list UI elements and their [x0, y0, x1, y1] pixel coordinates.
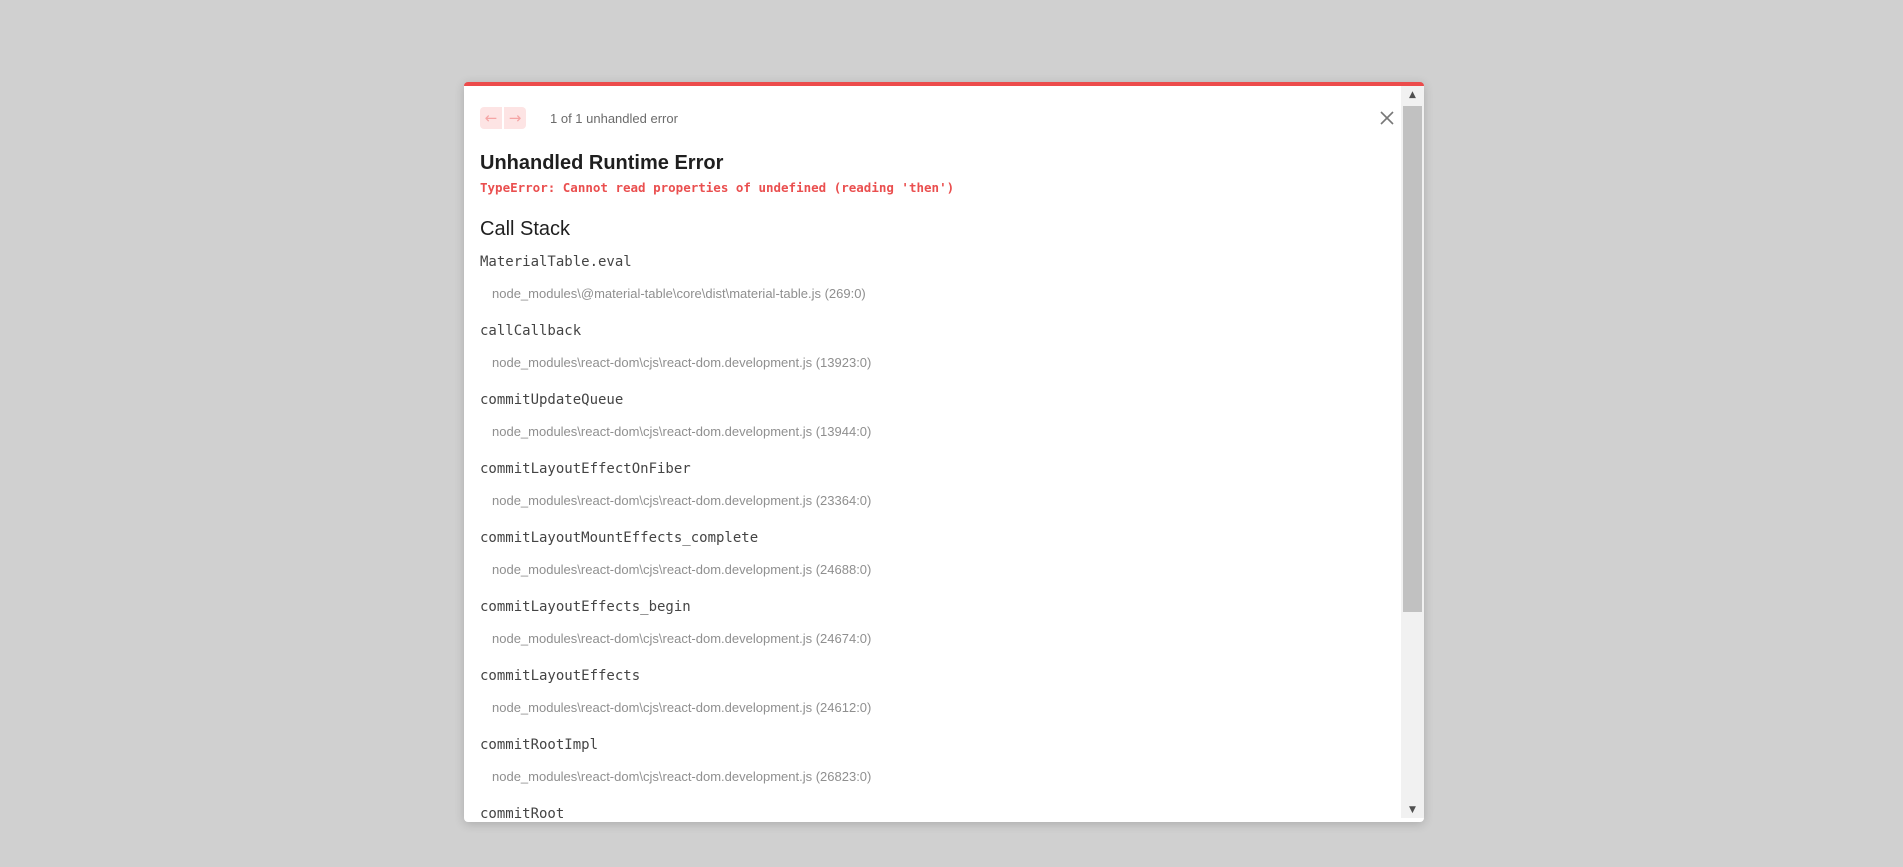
next-error-button[interactable]: →: [504, 107, 526, 129]
frame-source-link[interactable]: node_modules\react-dom\cjs\react-dom.dev…: [492, 631, 871, 646]
stack-frame: MaterialTable.eval node_modules\@materia…: [480, 254, 1380, 323]
frame-function-name: commitLayoutEffects: [480, 668, 641, 684]
arrow-right-icon: →: [508, 109, 522, 127]
frame-source-link[interactable]: node_modules\react-dom\cjs\react-dom.dev…: [492, 493, 871, 508]
arrow-left-icon: ←: [484, 109, 498, 127]
vertical-scrollbar[interactable]: ▲ ▼: [1401, 86, 1424, 818]
stack-frame: commitUpdateQueue node_modules\react-dom…: [480, 392, 1380, 461]
frame-source-link[interactable]: node_modules\react-dom\cjs\react-dom.dev…: [492, 769, 871, 784]
scroll-up-arrow-icon[interactable]: ▲: [1401, 86, 1424, 103]
error-dialog: ← → 1 of 1 unhandled error Unhandled Run…: [464, 82, 1424, 822]
stack-frame: commitRoot: [480, 806, 1380, 818]
frame-source-link[interactable]: node_modules\react-dom\cjs\react-dom.dev…: [492, 562, 871, 577]
scroll-down-arrow-icon[interactable]: ▼: [1401, 801, 1424, 818]
frame-function-name: commitRootImpl: [480, 737, 599, 753]
error-title: Unhandled Runtime Error: [480, 152, 724, 174]
frame-function-name: MaterialTable.eval: [480, 254, 632, 270]
stack-frame: commitLayoutEffects node_modules\react-d…: [480, 668, 1380, 737]
call-stack-list: MaterialTable.eval node_modules\@materia…: [480, 254, 1380, 818]
error-message: TypeError: Cannot read properties of und…: [480, 180, 955, 195]
stack-frame: commitLayoutMountEffects_complete node_m…: [480, 530, 1380, 599]
stack-frame: commitLayoutEffectOnFiber node_modules\r…: [480, 461, 1380, 530]
error-count-label: 1 of 1 unhandled error: [550, 110, 678, 126]
frame-source-link[interactable]: node_modules\@material-table\core\dist\m…: [492, 286, 866, 301]
stack-frame: callCallback node_modules\react-dom\cjs\…: [480, 323, 1380, 392]
frame-function-name: commitLayoutEffects_begin: [480, 599, 691, 615]
close-button[interactable]: [1375, 106, 1399, 130]
frame-function-name: callCallback: [480, 323, 582, 339]
close-icon: [1380, 111, 1394, 125]
frame-function-name: commitRoot: [480, 806, 565, 818]
frame-source-link[interactable]: node_modules\react-dom\cjs\react-dom.dev…: [492, 700, 871, 715]
previous-error-button[interactable]: ←: [480, 107, 502, 129]
scrollbar-thumb[interactable]: [1403, 106, 1422, 612]
stack-frame: commitRootImpl node_modules\react-dom\cj…: [480, 737, 1380, 806]
frame-function-name: commitLayoutEffectOnFiber: [480, 461, 691, 477]
frame-function-name: commitLayoutMountEffects_complete: [480, 530, 759, 546]
frame-source-link[interactable]: node_modules\react-dom\cjs\react-dom.dev…: [492, 424, 871, 439]
frame-function-name: commitUpdateQueue: [480, 392, 624, 408]
frame-source-link[interactable]: node_modules\react-dom\cjs\react-dom.dev…: [492, 355, 871, 370]
stack-frame: commitLayoutEffects_begin node_modules\r…: [480, 599, 1380, 668]
error-navigation: ← → 1 of 1 unhandled error: [480, 106, 678, 130]
call-stack-heading: Call Stack: [480, 218, 571, 240]
dialog-content: ← → 1 of 1 unhandled error Unhandled Run…: [464, 86, 1399, 818]
